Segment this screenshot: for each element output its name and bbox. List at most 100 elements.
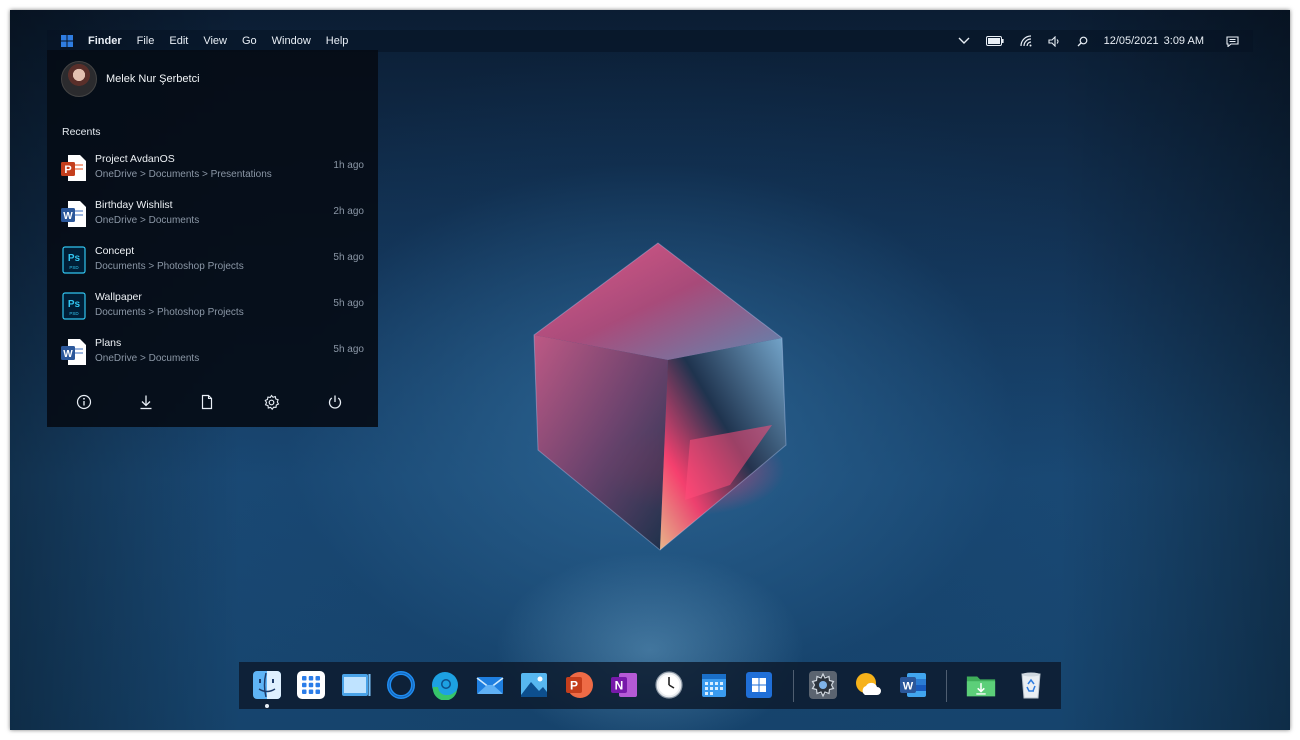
wifi-icon[interactable] — [1019, 35, 1032, 47]
notification-icon[interactable] — [1226, 35, 1239, 47]
dock-file-explorer[interactable] — [340, 669, 372, 701]
menu-file[interactable]: File — [137, 35, 155, 47]
user-name: Melek Nur Şerbetci — [106, 73, 200, 85]
dock-mail[interactable] — [474, 669, 506, 701]
calendar-icon — [702, 674, 726, 697]
recent-time: 2h ago — [333, 206, 364, 217]
dock-powerpoint[interactable]: P — [563, 669, 595, 701]
download-icon — [140, 395, 152, 410]
chevron-down-icon[interactable] — [958, 37, 970, 45]
recent-time: 1h ago — [333, 160, 364, 171]
photos-icon — [521, 673, 547, 697]
date-text: 12/05/2021 — [1103, 35, 1159, 47]
dock-calendar[interactable] — [698, 669, 730, 701]
recent-title: Plans — [95, 337, 122, 349]
dock-finder[interactable] — [251, 669, 283, 708]
wallpaper-crystal-cube — [533, 242, 787, 551]
download-button[interactable] — [136, 392, 156, 412]
downloads-icon — [966, 676, 996, 697]
screenshot-frame: Finder File Edit View Go Window Help 12/… — [10, 10, 1290, 730]
date-time[interactable]: 12/05/2021 3:09 AM — [1104, 35, 1204, 47]
word-file-icon: W — [61, 339, 86, 365]
avatar[interactable] — [61, 61, 97, 97]
menu-app-name[interactable]: Finder — [88, 35, 122, 47]
menu-help[interactable]: Help — [326, 35, 349, 47]
photoshop-file-icon: Ps PSD — [62, 246, 86, 274]
recent-item[interactable]: Ps PSD Wallpaper Documents > Photoshop P… — [47, 284, 378, 330]
word-letter: W — [63, 349, 73, 360]
dock-onenote-letter: N — [615, 679, 624, 693]
dock-cortana[interactable] — [385, 669, 417, 701]
dock-recycle-bin[interactable] — [1015, 669, 1047, 701]
menu-edit[interactable]: Edit — [169, 35, 188, 47]
word-file-icon: W — [61, 201, 86, 227]
mail-icon — [476, 677, 504, 694]
recent-item[interactable]: Ps PSD Concept Documents > Photoshop Pro… — [47, 238, 378, 284]
ppt-letter: P — [64, 164, 71, 176]
user-profile[interactable]: Melek Nur Şerbetci — [61, 61, 200, 97]
search-icon[interactable] — [1077, 36, 1088, 47]
powerpoint-file-icon: P — [61, 155, 86, 181]
dock-weather[interactable] — [852, 669, 884, 701]
menu-bar: Finder File Edit View Go Window Help 12/… — [47, 30, 1253, 52]
dock-word-letter: W — [903, 681, 914, 693]
microsoft-store-icon — [746, 672, 772, 698]
ps-sub: PSD — [69, 311, 79, 316]
menu-window[interactable]: Window — [272, 35, 311, 47]
recent-title: Wallpaper — [95, 291, 142, 303]
desktop: Finder File Edit View Go Window Help 12/… — [10, 10, 1290, 730]
recent-path: OneDrive > Documents — [95, 353, 200, 364]
recent-item[interactable]: W Plans OneDrive > Documents 5h ago — [47, 330, 378, 376]
recent-item[interactable]: P Project AvdanOS OneDrive > Documents >… — [47, 146, 378, 192]
time-text: 3:09 AM — [1163, 35, 1204, 47]
windows-logo-icon[interactable] — [61, 35, 73, 47]
dock-clock[interactable] — [653, 669, 685, 701]
finder-icon — [253, 671, 281, 699]
dock-separator — [946, 670, 947, 702]
volume-icon[interactable] — [1048, 35, 1061, 47]
cortana-icon — [387, 671, 415, 699]
settings-icon — [264, 394, 279, 410]
clock-icon — [655, 671, 683, 699]
menu-view[interactable]: View — [203, 35, 227, 47]
recents-list: P Project AvdanOS OneDrive > Documents >… — [47, 146, 378, 376]
launchpad-icon — [297, 671, 325, 699]
dock-word[interactable]: W — [897, 669, 929, 701]
running-indicator — [265, 704, 269, 708]
documents-button[interactable] — [197, 392, 217, 412]
settings-icon — [809, 671, 837, 699]
dock-onenote[interactable]: N — [608, 669, 640, 701]
photoshop-file-icon: Ps PSD — [62, 292, 86, 320]
info-button[interactable] — [74, 392, 94, 412]
recent-path: Documents > Photoshop Projects — [95, 307, 244, 318]
ps-sub: PSD — [69, 265, 79, 270]
menu-go[interactable]: Go — [242, 35, 257, 47]
recent-time: 5h ago — [333, 298, 364, 309]
power-button[interactable] — [325, 392, 345, 412]
word-icon: W — [900, 673, 926, 697]
file-explorer-icon — [342, 674, 371, 696]
recent-title: Concept — [95, 245, 135, 257]
edge-icon — [432, 672, 458, 700]
ps-label: Ps — [68, 253, 81, 264]
onenote-icon: N — [611, 673, 637, 697]
recents-heading: Recents — [62, 126, 101, 138]
dock-settings[interactable] — [807, 669, 839, 701]
ps-label: Ps — [68, 299, 81, 310]
dock-edge[interactable] — [429, 669, 461, 701]
dock-ppt-letter: P — [570, 679, 578, 693]
dock-launchpad[interactable] — [295, 669, 327, 701]
settings-button[interactable] — [261, 392, 281, 412]
dock-microsoft-store[interactable] — [743, 669, 775, 701]
powerpoint-icon: P — [566, 672, 593, 698]
recycle-bin-icon — [1021, 672, 1041, 699]
recent-title: Birthday Wishlist — [95, 199, 173, 211]
recent-path: OneDrive > Documents > Presentations — [95, 169, 272, 180]
dock-downloads[interactable] — [965, 669, 997, 701]
dock-photos[interactable] — [518, 669, 550, 701]
recent-path: OneDrive > Documents — [95, 215, 200, 226]
power-icon — [328, 395, 342, 409]
recent-item[interactable]: W Birthday Wishlist OneDrive > Documents… — [47, 192, 378, 238]
recent-time: 5h ago — [333, 344, 364, 355]
battery-icon[interactable] — [985, 36, 1004, 46]
